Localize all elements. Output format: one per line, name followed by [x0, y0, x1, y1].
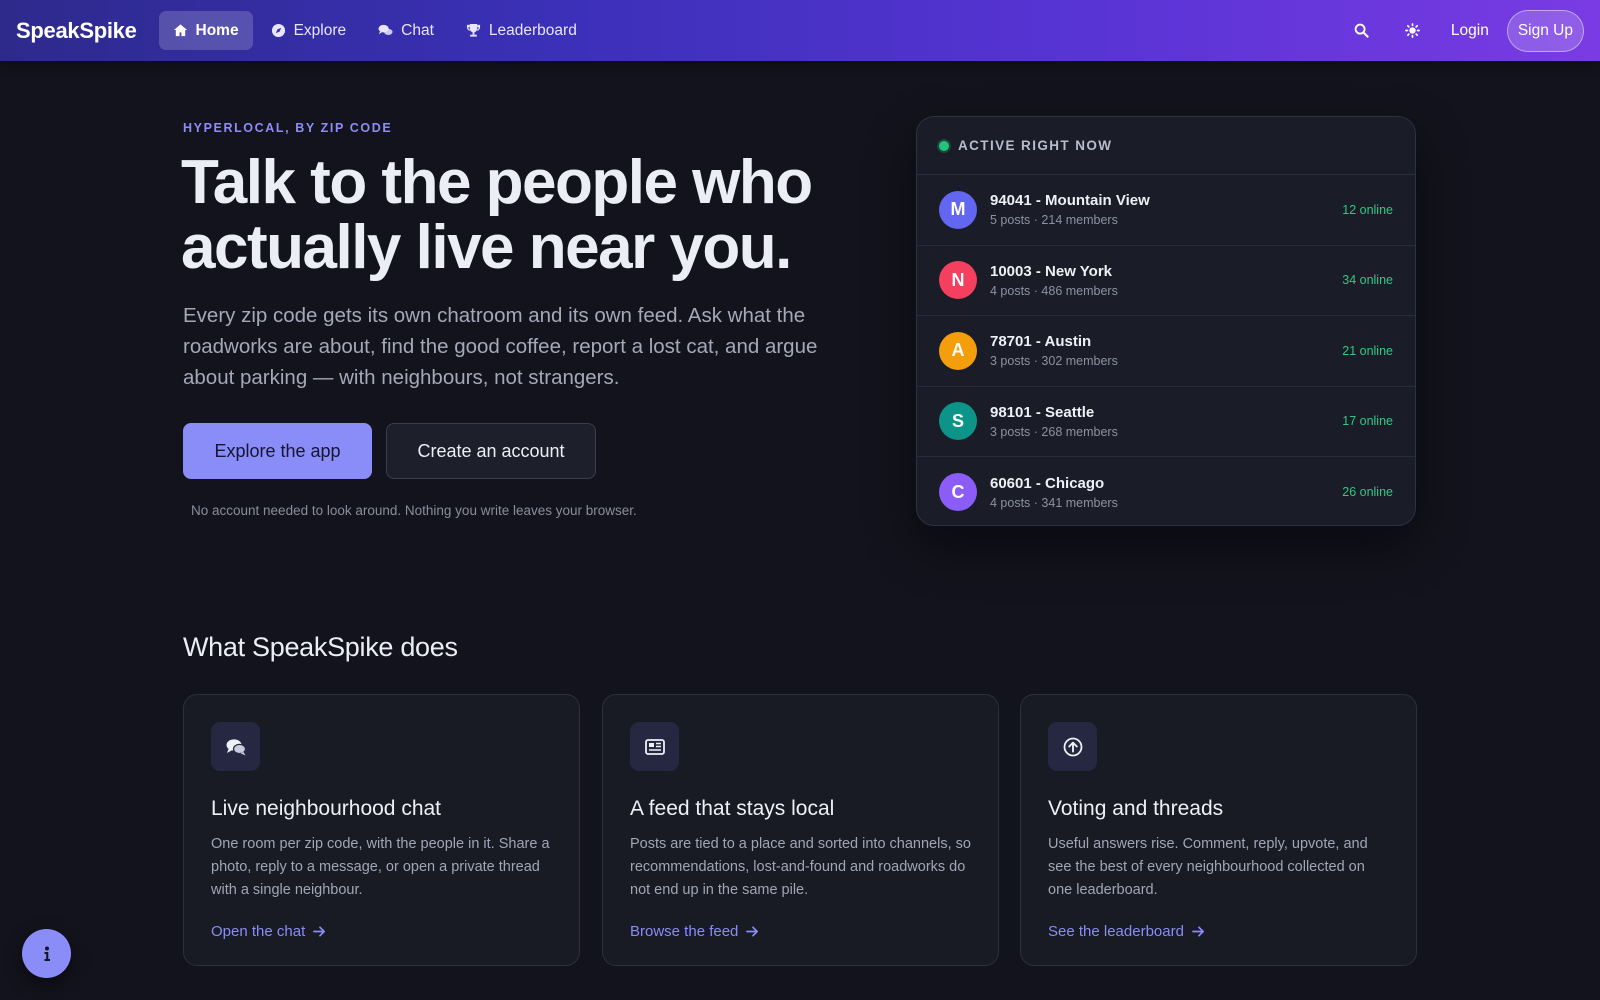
active-now-header: ACTIVE RIGHT NOW [917, 117, 1415, 175]
feature-desc: One room per zip code, with the people i… [211, 836, 550, 898]
zip-row[interactable]: N 10003 - New York 4 posts · 486 members… [917, 246, 1415, 316]
arrow-right-icon [746, 926, 759, 937]
feature-card-feed: A feed that stays local Posts are tied t… [602, 694, 999, 966]
zip-name: 98101 - Seattle [990, 403, 1095, 421]
explore-app-button[interactable]: Explore the app [183, 423, 372, 479]
feature-desc: Posts are tied to a place and sorted int… [630, 836, 971, 898]
nav-link-label: Leaderboard [488, 21, 577, 39]
feature-title: A feed that stays local [630, 797, 835, 820]
zip-row[interactable]: A 78701 - Austin 3 posts · 302 members 2… [917, 316, 1415, 387]
home-icon [173, 24, 187, 37]
feature-card-chat: Live neighbourhood chat One room per zip… [183, 694, 580, 966]
see-leaderboard-link[interactable]: See the leaderboard [1048, 923, 1389, 940]
top-navbar: SpeakSpike Home Explore Chat Leaderboard… [0, 0, 1600, 61]
zip-info: 98101 - Seattle 3 posts · 268 members [990, 404, 1342, 439]
avatar: M [939, 190, 977, 229]
zip-name: 60601 - Chicago [990, 474, 1105, 492]
avatar: A [939, 331, 977, 370]
online-count: 17 online [1342, 414, 1393, 429]
feature-icon-box [630, 722, 679, 771]
feature-title: Voting and threads [1048, 797, 1224, 820]
search-button[interactable] [1345, 14, 1379, 48]
nav-links: Home Explore Chat Leaderboard [158, 11, 591, 50]
zip-meta: 3 posts · 268 members [990, 424, 1118, 439]
zip-info: 94041 - Mountain View 5 posts · 214 memb… [990, 192, 1342, 227]
feature-card-voting: Voting and threads Useful answers rise. … [1020, 694, 1417, 966]
online-count: 26 online [1342, 485, 1393, 500]
hero-title: Talk to the people who actually live nea… [181, 148, 813, 282]
avatar: N [939, 261, 977, 300]
live-indicator-dot [939, 140, 949, 151]
zip-meta: 5 posts · 214 members [990, 213, 1118, 228]
nav-link-label: Explore [293, 21, 347, 39]
online-count: 34 online [1342, 273, 1393, 288]
signup-button[interactable]: Sign Up [1506, 9, 1584, 52]
feature-title: Live neighbourhood chat [211, 797, 442, 820]
feature-link-label: Browse the feed [630, 923, 739, 940]
chat-bubbles-icon [226, 738, 246, 755]
feature-link-label: Open the chat [211, 923, 306, 940]
search-icon [1355, 23, 1370, 38]
trophy-icon [466, 23, 480, 37]
nav-link-label: Chat [401, 21, 434, 39]
nav-actions: Login Sign Up [1345, 9, 1584, 52]
arrow-right-icon [313, 926, 326, 937]
online-count: 21 online [1342, 343, 1393, 358]
nav-link-leaderboard[interactable]: Leaderboard [452, 11, 591, 50]
zip-meta: 4 posts · 341 members [990, 495, 1118, 510]
zip-meta: 3 posts · 302 members [990, 354, 1118, 369]
info-fab-button[interactable] [22, 929, 71, 978]
feature-link-label: See the leaderboard [1048, 923, 1184, 940]
zip-meta: 4 posts · 486 members [990, 283, 1118, 298]
arrow-right-icon [1192, 926, 1204, 937]
create-account-button[interactable]: Create an account [386, 423, 596, 479]
avatar: C [939, 473, 977, 512]
nav-link-chat[interactable]: Chat [364, 11, 448, 50]
zip-row[interactable]: C 60601 - Chicago 4 posts · 341 members … [917, 457, 1415, 525]
info-icon [44, 946, 50, 961]
zip-row[interactable]: S 98101 - Seattle 3 posts · 268 members … [917, 387, 1415, 457]
features-section-title: What SpeakSpike does [183, 632, 458, 662]
zip-info: 78701 - Austin 3 posts · 302 members [990, 333, 1342, 368]
zip-name: 94041 - Mountain View [990, 192, 1150, 210]
active-now-card: ACTIVE RIGHT NOW M 94041 - Mountain View… [916, 116, 1416, 526]
feature-desc: Useful answers rise. Comment, reply, upv… [1048, 836, 1368, 898]
newspaper-icon [644, 738, 665, 755]
theme-toggle-button[interactable] [1396, 14, 1430, 48]
open-chat-link[interactable]: Open the chat [211, 923, 552, 940]
hero-eyebrow: HYPERLOCAL, BY ZIP CODE [183, 121, 393, 135]
online-count: 12 online [1342, 202, 1393, 217]
avatar: S [939, 402, 977, 441]
feature-icon-box [1048, 722, 1097, 771]
browse-feed-link[interactable]: Browse the feed [630, 923, 971, 940]
feature-icon-box [211, 722, 260, 771]
zip-name: 78701 - Austin [990, 333, 1092, 351]
active-now-title: ACTIVE RIGHT NOW [958, 138, 1113, 153]
zip-info: 60601 - Chicago 4 posts · 341 members [990, 475, 1342, 510]
hero-note: No account needed to look around. Nothin… [191, 503, 637, 518]
compass-icon [271, 23, 285, 38]
nav-link-explore[interactable]: Explore [257, 11, 361, 50]
sun-icon [1405, 23, 1421, 38]
zip-name: 10003 - New York [990, 262, 1113, 280]
nav-link-label: Home [195, 21, 239, 39]
chat-icon [378, 24, 393, 35]
upvote-icon [1063, 737, 1082, 756]
hero-subtitle: Every zip code gets its own chatroom and… [183, 304, 818, 389]
zip-info: 10003 - New York 4 posts · 486 members [990, 263, 1342, 298]
brand-logo[interactable]: SpeakSpike [16, 18, 137, 44]
nav-link-home[interactable]: Home [158, 11, 253, 50]
zip-row[interactable]: M 94041 - Mountain View 5 posts · 214 me… [917, 175, 1415, 246]
login-link[interactable]: Login [1451, 22, 1489, 40]
